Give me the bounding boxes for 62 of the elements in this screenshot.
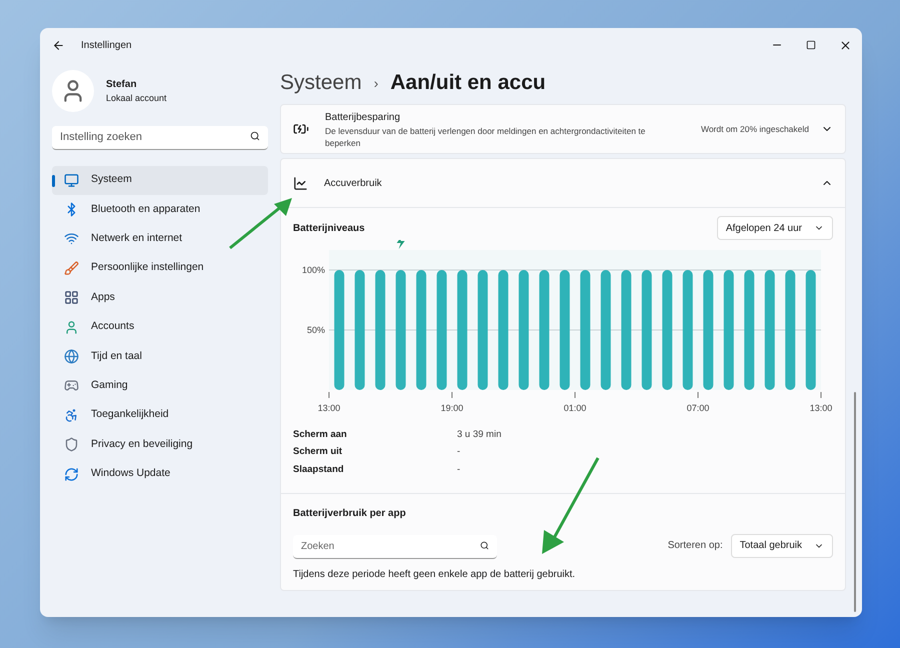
breadcrumb-separator: › (374, 74, 378, 92)
monitor-icon (64, 172, 79, 188)
setting-value: Wordt om 20% ingeschakeld (700, 122, 809, 136)
person-icon (64, 320, 79, 335)
window-title: Instellingen (81, 38, 132, 52)
stat-value: - (457, 462, 460, 476)
brush-icon (64, 260, 79, 276)
x-tick-label: 13:00 (318, 403, 340, 413)
sidebar-item[interactable]: Toegankelijkheid (52, 400, 268, 430)
globe-icon (64, 349, 79, 364)
breadcrumb-link[interactable]: Systeem (280, 67, 362, 99)
account-type: Lokaal account (106, 92, 167, 105)
sidebar-item[interactable]: Persoonlijke instellingen (52, 254, 268, 284)
sidebar-item[interactable]: Systeem (52, 166, 268, 195)
line-chart-icon (293, 176, 308, 190)
shield-icon (64, 437, 79, 452)
battery-saver-card[interactable]: Batterijbesparing De levensduur van de batterij verlengen door meldingen en achtergrondactiviteiten te beperken Wordt om 20% ingeschakeld (280, 104, 846, 154)
app-search-field[interactable]: Zoeken (293, 534, 497, 559)
sidebar-item[interactable]: Windows Update (52, 459, 268, 489)
stat-value: 3 u 39 min (457, 428, 502, 442)
search-field[interactable]: Instelling zoeken (52, 126, 268, 150)
x-tick-label: 19:00 (440, 403, 464, 413)
period-dropdown[interactable]: Afgelopen 24 uur (716, 216, 833, 240)
search-icon (480, 540, 489, 550)
update-icon (64, 466, 79, 482)
sort-label: Sorteren op: (668, 539, 723, 554)
x-tick-label: 13:00 (810, 403, 832, 413)
sidebar-item[interactable]: Bluetooth en apparaten (52, 194, 268, 224)
setting-description: De levensduur van de batterij verlengen door meldingen en achtergrondactiviteiten te beperken (325, 124, 646, 148)
back-icon[interactable] (52, 38, 65, 52)
gamepad-icon (64, 378, 79, 394)
y-tick-label: 100% (302, 265, 325, 275)
x-tick-label: 01:00 (564, 403, 586, 413)
wifi-icon (64, 231, 79, 246)
x-tick-label: 07:00 (686, 403, 710, 413)
sidebar-item[interactable]: Netwerk en internet (52, 224, 268, 254)
stat-label: Scherm uit (293, 445, 344, 460)
empty-message: Tijdens deze periode heeft geen enkele app de batterij gebruikt. (293, 568, 576, 582)
sidebar-item[interactable]: Apps (52, 283, 268, 312)
arrow-drawing (228, 196, 294, 250)
sidebar-item[interactable]: Privacy en beveiliging (52, 430, 268, 460)
selection-indicator (52, 174, 55, 186)
chart-title: Batterijniveaus (293, 222, 365, 236)
setting-title: Batterijbesparing (325, 110, 402, 124)
close-icon (838, 38, 852, 52)
page-title: Aan/uit en accu (390, 70, 546, 96)
sidebar-item[interactable]: Accounts (52, 312, 268, 342)
search-icon (250, 131, 260, 141)
charging-icon (396, 240, 405, 249)
maximize-icon (806, 40, 816, 50)
accessibility-icon (64, 408, 79, 423)
section-title: Batterijverbruik per app (293, 506, 407, 521)
stat-label: Scherm aan (293, 428, 348, 442)
apps-icon (64, 290, 79, 306)
sort-dropdown[interactable]: Totaal gebruik (730, 534, 833, 558)
sidebar-item[interactable]: Gaming (52, 371, 268, 401)
section-title: Accuverbruik (324, 176, 382, 190)
stat-label: Slaapstand (293, 462, 345, 476)
user-name: Stefan (106, 78, 138, 92)
stat-value: - (457, 445, 460, 460)
sidebar-item[interactable]: Tijd en taal (52, 342, 268, 372)
y-tick-label: 50% (306, 325, 325, 335)
